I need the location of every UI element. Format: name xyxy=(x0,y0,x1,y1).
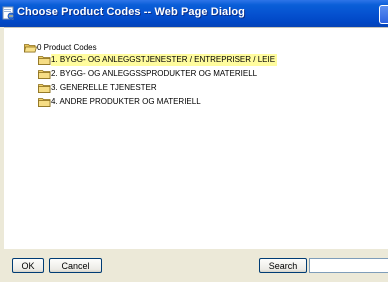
ie-page-icon xyxy=(2,6,15,20)
search-button[interactable]: Search xyxy=(259,258,307,273)
tree-root-label: 0 Product Codes xyxy=(37,43,97,52)
tree-node-label: 1. BYGG- OG ANLEGGSTJENESTER / ENTREPRIS… xyxy=(51,54,278,66)
dialog-title: Choose Product Codes -- Web Page Dialog xyxy=(17,6,245,18)
tree-node-label: 3. GENERELLE TJENESTER xyxy=(51,83,157,92)
folder-icon xyxy=(38,97,51,107)
folder-open-icon xyxy=(24,43,38,53)
product-code-tree: 0 Product Codes 1. BYGG- OG ANLEGGSTJENE… xyxy=(4,28,388,248)
tree-panel: 0 Product Codes 1. BYGG- OG ANLEGGSTJENE… xyxy=(4,27,388,248)
dialog-window: Choose Product Codes -- Web Page Dialog … xyxy=(0,0,388,282)
title-bar[interactable]: Choose Product Codes -- Web Page Dialog xyxy=(0,0,388,27)
ok-button[interactable]: OK xyxy=(12,258,44,273)
cancel-button[interactable]: Cancel xyxy=(49,258,102,273)
dialog-footer: OK Cancel Search xyxy=(4,249,388,282)
folder-icon xyxy=(38,55,51,65)
folder-icon xyxy=(38,69,51,79)
tree-node-2[interactable]: 2. BYGG- OG ANLEGGSSPRODUKTER OG MATERIE… xyxy=(38,68,257,81)
tree-node-label: 4. ANDRE PRODUKTER OG MATERIELL xyxy=(51,97,201,106)
title-bar-button-partial[interactable] xyxy=(379,5,388,24)
search-input[interactable] xyxy=(309,258,388,273)
folder-icon xyxy=(38,83,51,93)
tree-node-4[interactable]: 4. ANDRE PRODUKTER OG MATERIELL xyxy=(38,96,201,109)
tree-node-3[interactable]: 3. GENERELLE TJENESTER xyxy=(38,82,157,95)
tree-node-1[interactable]: 1. BYGG- OG ANLEGGSTJENESTER / ENTREPRIS… xyxy=(38,54,278,67)
tree-node-label: 2. BYGG- OG ANLEGGSSPRODUKTER OG MATERIE… xyxy=(51,69,258,78)
